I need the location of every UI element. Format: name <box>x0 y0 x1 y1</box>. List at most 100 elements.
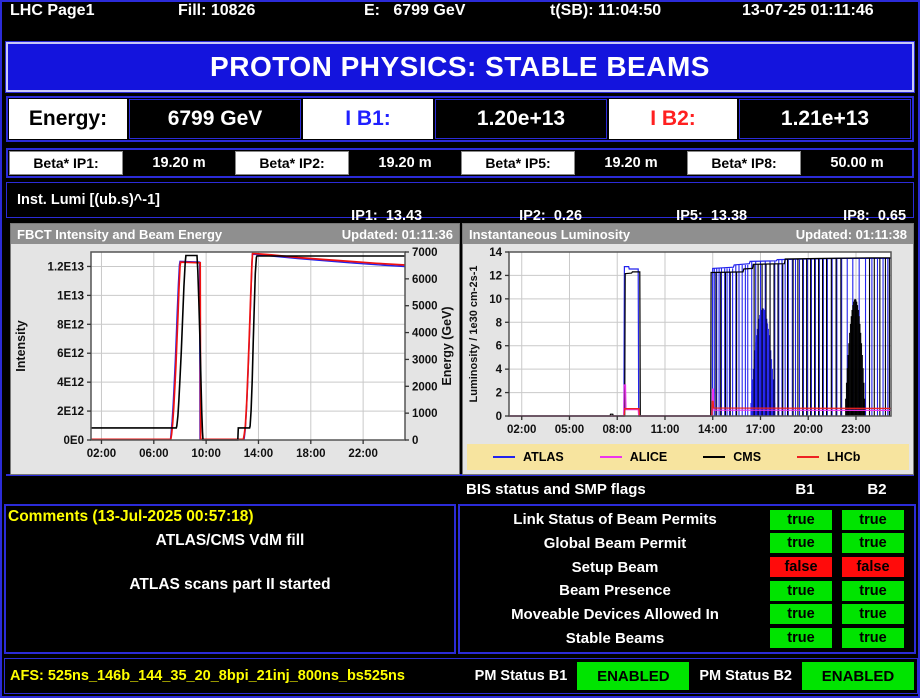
comment-line: ATLAS/CMS VdM fill <box>6 530 454 552</box>
beta-ip5-label: Beta* IP5: <box>461 151 575 175</box>
beam-energy: E: 6799 GeV <box>364 2 465 20</box>
legend-entry-cms: CMS <box>703 450 761 464</box>
pm-status-group: PM Status B1 ENABLED PM Status B2 ENABLE… <box>471 662 917 690</box>
svg-text:4E12: 4E12 <box>57 377 84 389</box>
status-badge-b2: false <box>842 557 904 577</box>
page-title: PROTON PHYSICS: STABLE BEAMS <box>6 42 914 92</box>
svg-text:05:00: 05:00 <box>555 424 584 436</box>
footer-bar: AFS: 525ns_146b_144_35_20_8bpi_21inj_800… <box>4 658 918 694</box>
svg-text:0: 0 <box>412 435 418 447</box>
beta-row: Beta* IP1: 19.20 m Beta* IP2: 19.20 m Be… <box>6 148 914 178</box>
page-title-text: PROTON PHYSICS: STABLE BEAMS <box>210 51 710 83</box>
svg-text:06:00: 06:00 <box>139 448 168 460</box>
pm-b1-badge: ENABLED <box>577 662 689 690</box>
lumi-chart: 02:00 05:00 08:00 11:00 14:00 17:00 20:00 23:00… <box>463 244 913 442</box>
top-header: LHC Page1 Fill: 10826 E: 6799 GeV t(SB):… <box>2 2 918 34</box>
svg-text:20:00: 20:00 <box>794 424 823 436</box>
status-badge-b2: true <box>842 533 904 553</box>
beta-ip1: Beta* IP1: 19.20 m <box>8 150 234 176</box>
lhc-page1: LHC Page1 Fill: 10826 E: 6799 GeV t(SB):… <box>0 0 920 698</box>
bis-row-label: Setup Beam <box>460 559 770 576</box>
svg-text:10: 10 <box>489 294 502 306</box>
beta-ip8-value: 50.00 m <box>802 150 912 176</box>
table-row: Beam Presence true true <box>460 580 914 601</box>
svg-text:02:00: 02:00 <box>507 424 536 436</box>
table-row: Link Status of Beam Permits true true <box>460 509 914 530</box>
status-badge-b1: true <box>770 604 832 624</box>
svg-text:14:00: 14:00 <box>244 448 273 460</box>
beta-ip2-label: Beta* IP2: <box>235 151 349 175</box>
beta-ip1-label: Beta* IP1: <box>9 151 123 175</box>
status-badge-b2: true <box>842 604 904 624</box>
legend-label: CMS <box>733 450 761 464</box>
beta-ip1-value: 19.20 m <box>124 150 234 176</box>
svg-text:7000: 7000 <box>412 247 438 259</box>
charts-section: FBCT Intensity and Beam Energy Updated: … <box>6 220 914 476</box>
fbct-chart-panel: FBCT Intensity and Beam Energy Updated: … <box>10 223 460 475</box>
status-badge-b1: true <box>770 628 832 648</box>
lumi-chart-header: Instantaneous Luminosity Updated: 01:11:… <box>463 224 913 244</box>
ib1-label: I B1: <box>303 99 433 139</box>
bis-header: BIS status and SMP flags B1 B2 <box>458 480 916 502</box>
inst-lumi-row: Inst. Lumi [(ub.s)^-1] IP1: 13.43 IP2: 0… <box>6 182 914 218</box>
svg-text:1E13: 1E13 <box>57 290 84 302</box>
comments-title: Comments (13-Jul-2025 00:57:18) <box>6 506 454 530</box>
legend-swatch <box>703 456 725 458</box>
comment-line <box>6 552 454 574</box>
fill-number: Fill: 10826 <box>178 2 255 20</box>
svg-text:4000: 4000 <box>412 328 438 340</box>
status-badge-b2: true <box>842 510 904 530</box>
svg-text:11:00: 11:00 <box>651 424 680 436</box>
status-badge-b1: true <box>770 510 832 530</box>
svg-text:2000: 2000 <box>412 381 438 393</box>
bis-row-label: Link Status of Beam Permits <box>460 511 770 528</box>
beta-ip8: Beta* IP8: 50.00 m <box>686 150 912 176</box>
svg-text:12: 12 <box>489 270 502 282</box>
legend-label: ALICE <box>630 450 668 464</box>
status-badge-b2: true <box>842 628 904 648</box>
svg-text:6: 6 <box>496 341 502 353</box>
pm-b2-badge: ENABLED <box>802 662 914 690</box>
svg-text:08:00: 08:00 <box>603 424 632 436</box>
table-row: Stable Beams true true <box>460 628 914 649</box>
svg-text:8: 8 <box>496 317 503 329</box>
status-badge-b2: true <box>842 581 904 601</box>
svg-text:17:00: 17:00 <box>746 424 775 436</box>
ib1-value: 1.20e+13 <box>435 99 607 139</box>
svg-text:14: 14 <box>489 247 502 259</box>
pm-b2-label: PM Status B2 <box>695 668 796 684</box>
table-row: Moveable Devices Allowed In true true <box>460 604 914 625</box>
ib2-label: I B2: <box>609 99 737 139</box>
svg-text:5000: 5000 <box>412 301 438 313</box>
legend-entry-atlas: ATLAS <box>493 450 564 464</box>
svg-text:Intensity: Intensity <box>14 320 28 371</box>
svg-text:18:00: 18:00 <box>296 448 325 460</box>
svg-text:02:00: 02:00 <box>87 448 116 460</box>
svg-text:23:00: 23:00 <box>841 424 870 436</box>
time-stable: t(SB): 11:04:50 <box>550 2 661 20</box>
bis-col-b1: B1 <box>774 481 836 498</box>
status-badge-b1: true <box>770 581 832 601</box>
lumi-chart-title: Instantaneous Luminosity <box>469 227 630 242</box>
afs-scheme: AFS: 525ns_146b_144_35_20_8bpi_21inj_800… <box>5 668 405 684</box>
legend-swatch <box>600 456 622 458</box>
fbct-chart-title: FBCT Intensity and Beam Energy <box>17 227 222 242</box>
legend-swatch <box>797 456 819 458</box>
svg-text:3000: 3000 <box>412 354 438 366</box>
beta-ip8-label: Beta* IP8: <box>687 151 801 175</box>
bis-row-label: Stable Beams <box>460 630 770 647</box>
bis-row-label: Beam Presence <box>460 582 770 599</box>
inst-lumi-label: Inst. Lumi [(ub.s)^-1] <box>17 192 160 208</box>
svg-text:1000: 1000 <box>412 408 438 420</box>
legend-label: LHCb <box>827 450 860 464</box>
legend-label: ATLAS <box>523 450 564 464</box>
svg-text:14:00: 14:00 <box>698 424 727 436</box>
status-badge-b1: true <box>770 533 832 553</box>
svg-text:6E12: 6E12 <box>57 348 84 360</box>
svg-text:6000: 6000 <box>412 274 438 286</box>
fbct-chart: 02:0006:0010:0014:0018:0022:000E02E124E1… <box>11 244 459 474</box>
energy-row: Energy: 6799 GeV I B1: 1.20e+13 I B2: 1.… <box>6 96 914 142</box>
table-row: Global Beam Permit true true <box>460 533 914 554</box>
lumi-chart-panel: Instantaneous Luminosity Updated: 01:11:… <box>462 223 914 475</box>
legend-swatch <box>493 456 515 458</box>
